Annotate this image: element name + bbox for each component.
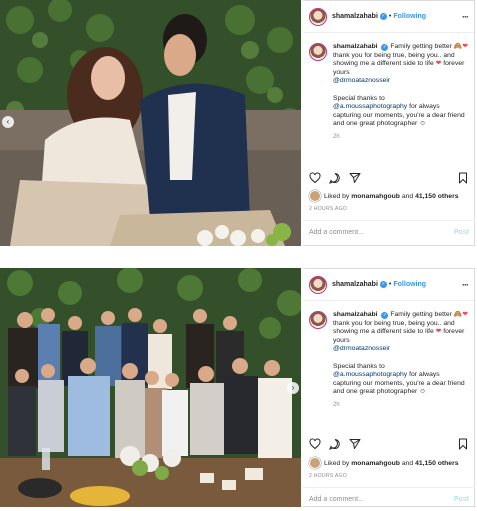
verified-icon: ✓ xyxy=(379,281,387,288)
share-icon[interactable] xyxy=(349,438,361,450)
post-time: 2 HOURS AGO xyxy=(309,473,347,479)
verified-icon: ✓ xyxy=(381,312,389,319)
caption-text: shamalzahabi ✓ Family getting better 🙈❤ … xyxy=(333,43,468,140)
post-caption: shamalzahabi ✓ Family getting better 🙈❤ … xyxy=(309,43,469,142)
caption-text: shamalzahabi ✓ Family getting better 🙈❤ … xyxy=(333,311,468,408)
action-bar xyxy=(309,438,469,450)
instagram-post-1: ‹ shamalzahabi ✓ • Following ··· shamalz… xyxy=(0,0,477,246)
instagram-post-2: › shamalzahabi ✓ • Following ··· shamalz… xyxy=(0,268,477,507)
username[interactable]: shamalzahabi xyxy=(332,13,378,20)
post-comment-button[interactable]: Post xyxy=(454,496,469,503)
heart-icon[interactable] xyxy=(309,172,321,184)
comment-icon[interactable] xyxy=(329,172,341,184)
post-sidebar: shamalzahabi ✓ • Following ··· shamalzah… xyxy=(303,0,475,246)
likes-row: Liked by monamahgoub and 41,150 others xyxy=(309,457,459,469)
mention-link[interactable]: @drmoataznosseir xyxy=(333,345,390,352)
comment-input[interactable]: Add a comment... xyxy=(309,229,364,236)
action-bar xyxy=(309,172,469,184)
post-photo-couple[interactable]: ‹ xyxy=(0,0,301,246)
caption-username[interactable]: shamalzahabi xyxy=(333,43,378,50)
post-comment-button[interactable]: Post xyxy=(454,229,469,236)
bookmark-icon[interactable] xyxy=(457,438,469,450)
liker-avatar[interactable] xyxy=(309,190,321,202)
carousel-left-arrow-icon[interactable]: ‹ xyxy=(2,116,14,128)
liker-username[interactable]: monamahgoub xyxy=(351,460,400,467)
liker-username[interactable]: monamahgoub xyxy=(351,193,400,200)
carousel-right-arrow-icon[interactable]: › xyxy=(287,382,299,394)
likes-count[interactable]: 41,150 others xyxy=(415,193,458,200)
likes-row: Liked by monamahgoub and 41,150 others xyxy=(309,190,459,202)
liker-avatar[interactable] xyxy=(309,457,321,469)
following-button[interactable]: Following xyxy=(393,281,426,288)
heart-emoji-icon: ❤ xyxy=(462,43,468,50)
more-options-icon[interactable]: ··· xyxy=(462,12,469,22)
caption-time: 2h xyxy=(333,133,340,140)
likes-count[interactable]: 41,150 others xyxy=(415,460,458,467)
avatar[interactable] xyxy=(309,7,327,26)
post-header: shamalzahabi ✓ • Following ··· xyxy=(303,269,474,301)
emoji-icon: ☺ xyxy=(419,388,427,396)
caption-time: 2h xyxy=(333,401,340,408)
bookmark-icon[interactable] xyxy=(457,172,469,184)
heart-emoji-icon: ❤ xyxy=(462,311,468,318)
mention-link[interactable]: @a.moussaphotography xyxy=(333,371,407,378)
caption-username[interactable]: shamalzahabi xyxy=(333,311,378,318)
emoji-icon: ☺ xyxy=(419,120,427,128)
heart-emoji-icon: ❤ xyxy=(435,60,442,68)
comment-box: Add a comment... Post xyxy=(303,220,475,244)
more-options-icon[interactable]: ··· xyxy=(462,280,469,290)
caption-avatar[interactable] xyxy=(309,311,327,329)
following-button[interactable]: Following xyxy=(393,13,426,20)
heart-icon[interactable] xyxy=(309,438,321,450)
comment-input[interactable]: Add a comment... xyxy=(309,496,364,503)
heart-emoji-icon: ❤ xyxy=(435,328,442,336)
verified-icon: ✓ xyxy=(381,44,389,51)
username[interactable]: shamalzahabi xyxy=(332,281,378,288)
comment-icon[interactable] xyxy=(329,438,341,450)
mention-link[interactable]: @a.moussaphotography xyxy=(333,103,407,110)
share-icon[interactable] xyxy=(349,172,361,184)
mention-link[interactable]: @drmoataznosseir xyxy=(333,77,390,84)
post-header: shamalzahabi ✓ • Following ··· xyxy=(303,1,474,33)
post-photo-family[interactable]: › xyxy=(0,268,301,507)
comment-box: Add a comment... Post xyxy=(303,487,475,511)
post-caption: shamalzahabi ✓ Family getting better 🙈❤ … xyxy=(309,311,469,410)
verified-icon: ✓ xyxy=(379,13,387,20)
post-time: 2 HOURS AGO xyxy=(309,206,347,212)
post-sidebar: shamalzahabi ✓ • Following ··· shamalzah… xyxy=(303,268,475,507)
avatar[interactable] xyxy=(309,275,327,294)
caption-avatar[interactable] xyxy=(309,43,327,61)
